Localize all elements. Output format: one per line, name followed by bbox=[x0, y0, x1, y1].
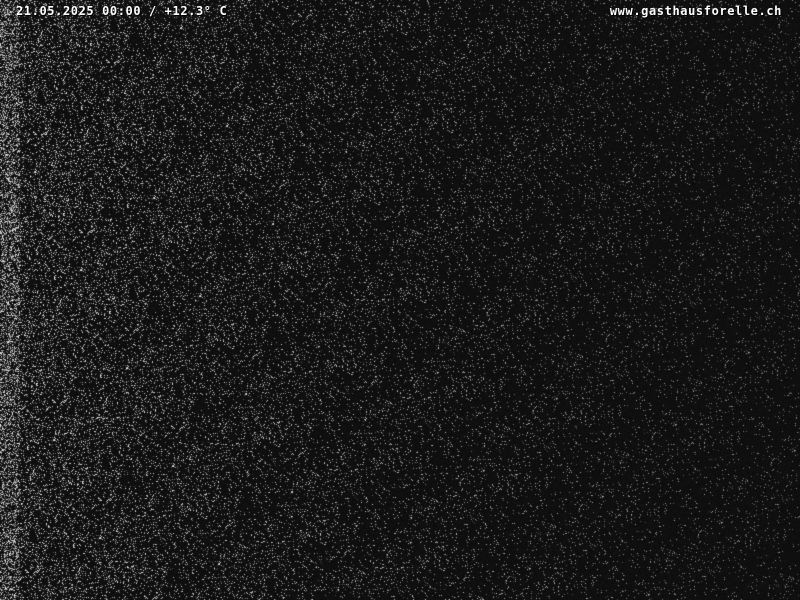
night-sensor-noise bbox=[0, 0, 800, 600]
website-watermark: www.gasthausforelle.ch bbox=[609, 4, 782, 18]
timestamp-temperature-overlay: 21.05.2025 00:00 / +12.3° C bbox=[16, 4, 228, 18]
webcam-frame: 21.05.2025 00:00 / +12.3° C www.gasthaus… bbox=[0, 0, 800, 600]
